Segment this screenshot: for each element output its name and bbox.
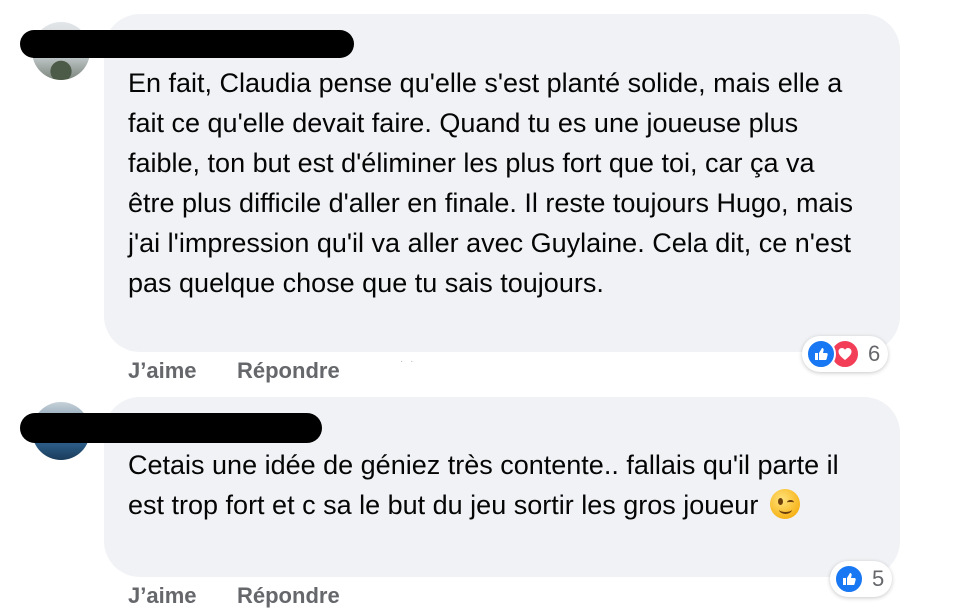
reaction-count: 5 [872, 566, 885, 591]
like-icon [806, 339, 836, 369]
reaction-summary[interactable]: 5 [830, 561, 893, 597]
like-icon [834, 564, 864, 594]
winking-face-emoji [769, 489, 800, 519]
reply-button[interactable]: Répondre [237, 583, 340, 609]
reaction-count: 6 [868, 341, 881, 366]
separator-dots: · · [400, 356, 416, 367]
reaction-summary[interactable]: 6 [802, 336, 889, 372]
redacted-author-name [20, 30, 354, 58]
like-button[interactable]: J’aime [128, 583, 197, 609]
comment-text: En fait, Claudia pense qu'elle s'est pla… [128, 68, 854, 298]
comment-text-body: Cetais une idée de géniez très contente.… [128, 450, 839, 520]
redacted-author-name [20, 413, 322, 443]
comment-text: Cetais une idée de géniez très contente.… [128, 445, 868, 525]
like-button[interactable]: J’aime [128, 358, 197, 384]
reply-button[interactable]: Répondre [237, 358, 340, 384]
